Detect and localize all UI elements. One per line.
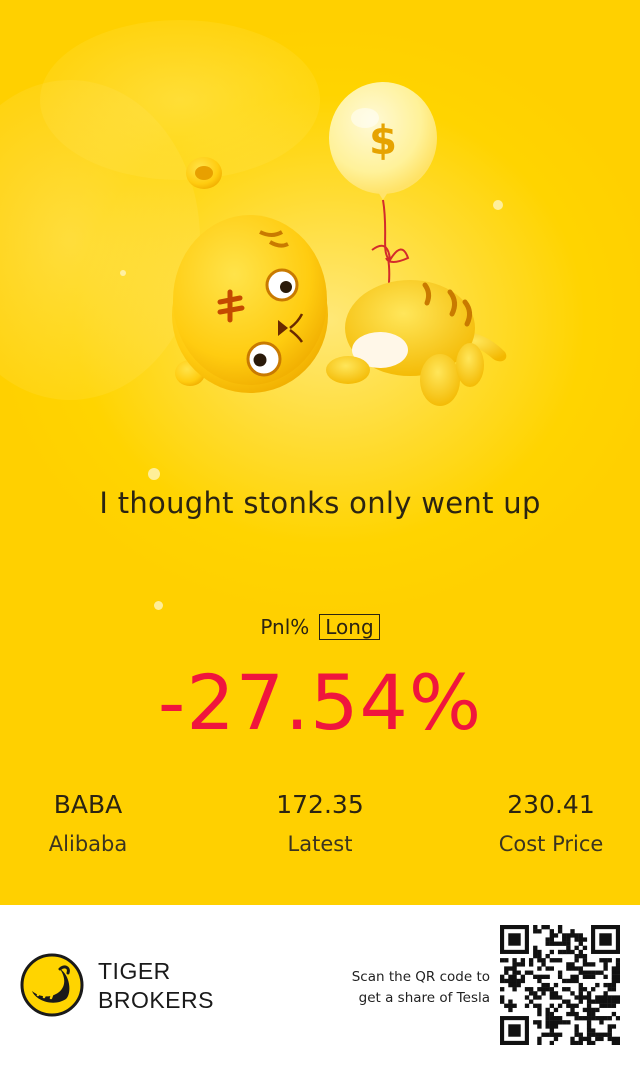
company-name: Alibaba <box>48 832 128 856</box>
latest-label: Latest <box>287 832 353 856</box>
share-card-page: $ I thought stonks only went up Pnl% Lon… <box>0 0 640 1065</box>
cost-price-label: Cost Price <box>498 832 604 856</box>
ticker-symbol: BABA <box>53 790 123 819</box>
pnl-label: Pnl% <box>260 615 310 639</box>
stat-cost-price: 230.41 Cost Price <box>461 788 640 858</box>
sparkle-dot <box>120 270 126 276</box>
qr-instructions: Scan the QR code to get a share of Tesla <box>290 967 490 1009</box>
brand-name: TIGER BROKERS <box>98 957 214 1015</box>
brand-line-1: TIGER <box>98 958 171 984</box>
balloon-dollar-icon: $ <box>369 118 397 164</box>
pnl-percentage: -27.54% <box>157 658 483 747</box>
sparkle-dot <box>154 601 163 610</box>
stat-ticker: BABA Alibaba <box>0 788 178 858</box>
pnl-share-card: $ I thought stonks only went up Pnl% Lon… <box>0 0 640 905</box>
qr-code-icon[interactable] <box>500 925 620 1045</box>
share-footer: TIGER BROKERS Scan the QR code to get a … <box>0 905 640 1065</box>
stat-latest: 172.35 Latest <box>230 788 410 858</box>
brand-line-2: BROKERS <box>98 987 214 1013</box>
tiger-brokers-logo-icon <box>20 953 84 1017</box>
cost-price-value: 230.41 <box>507 790 595 819</box>
position-side-badge: Long <box>319 614 380 640</box>
pnl-label-row: Pnl% Long <box>0 614 640 640</box>
tiger-head <box>172 157 328 393</box>
tagline-text: I thought stonks only went up <box>99 486 541 520</box>
sparkle-dot <box>148 468 160 480</box>
latest-price: 172.35 <box>276 790 364 819</box>
stock-stats: BABA Alibaba 172.35 Latest 230.41 Cost P… <box>0 788 640 868</box>
balloon: $ <box>329 82 437 200</box>
tiger-balloon-illustration: $ <box>172 82 507 406</box>
scan-line-1: Scan the QR code to <box>351 969 490 985</box>
scan-line-2: get a share of Tesla <box>358 990 490 1006</box>
